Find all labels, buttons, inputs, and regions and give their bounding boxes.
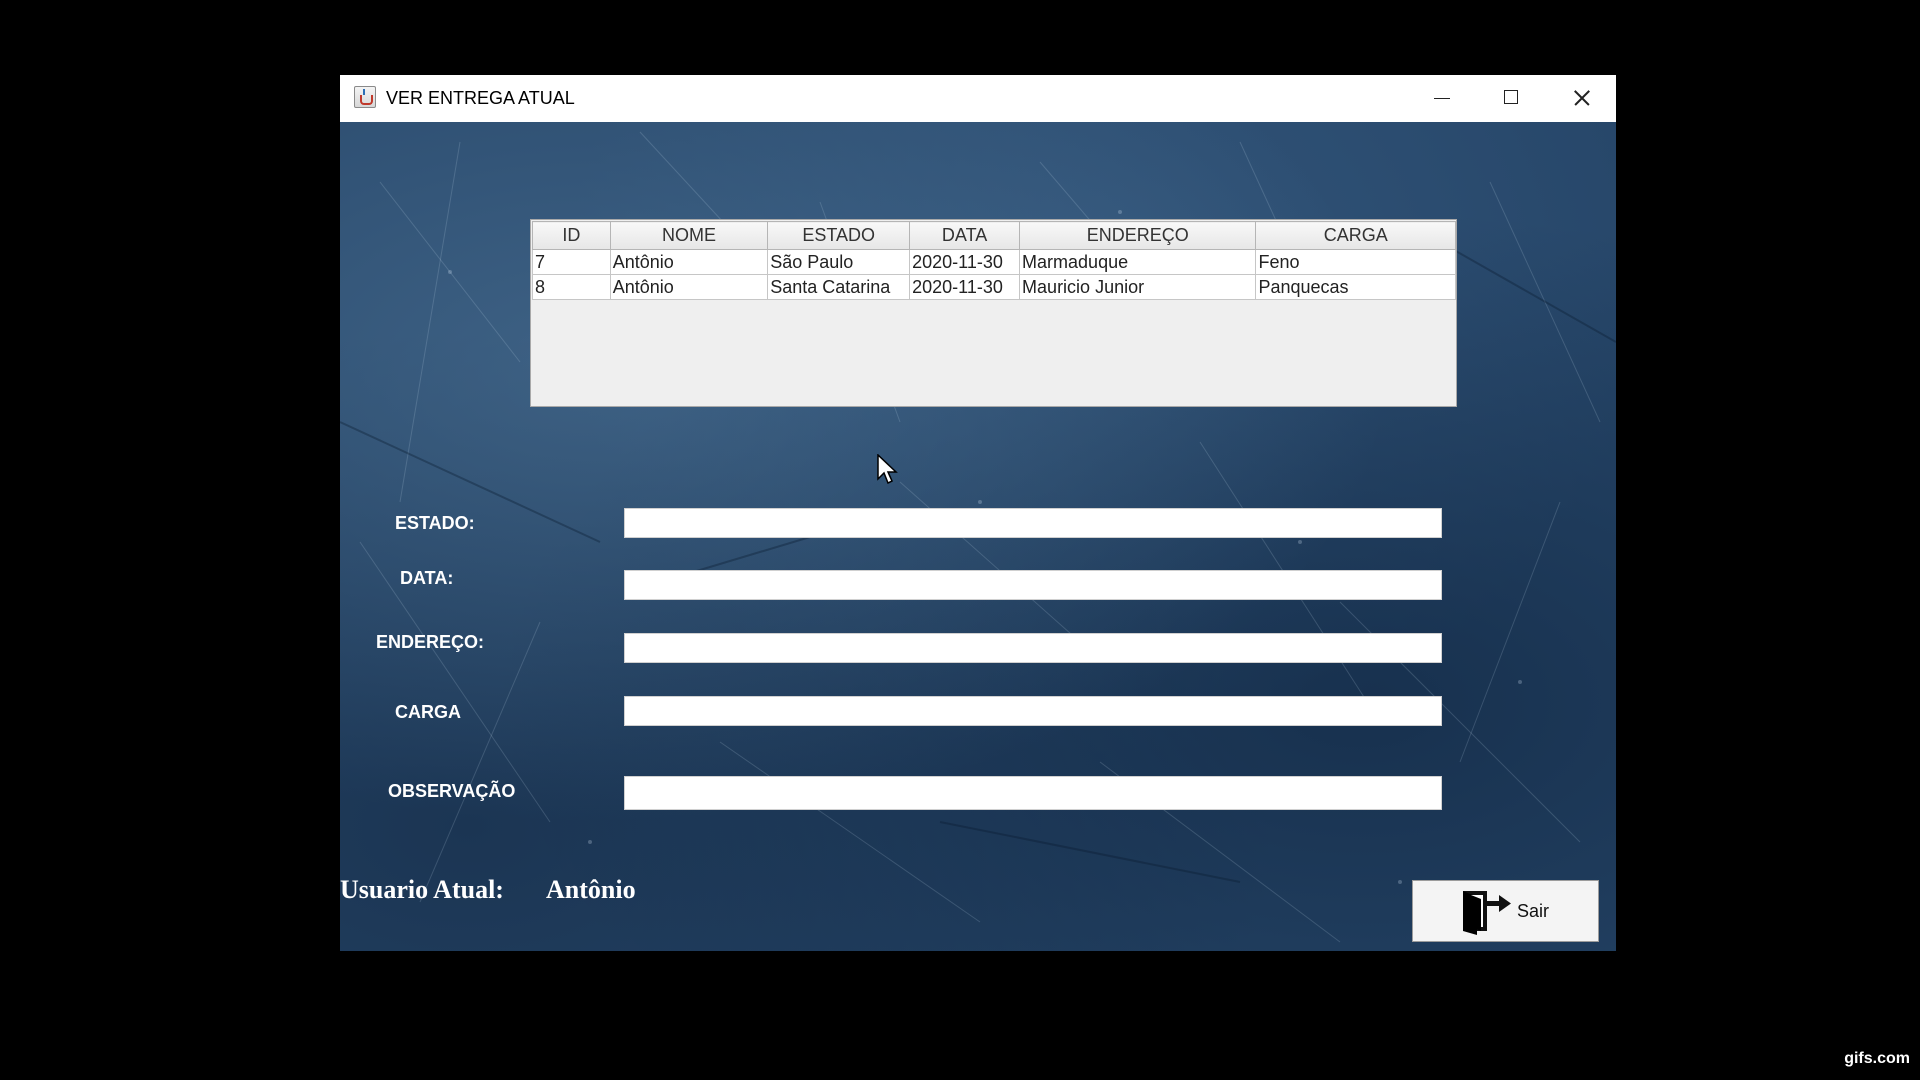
maximize-button[interactable]	[1476, 75, 1546, 122]
deliveries-table: ID NOME ESTADO DATA ENDEREÇO CARGA 7 Ant…	[532, 221, 1456, 300]
column-header-endereco[interactable]: ENDEREÇO	[1019, 221, 1257, 250]
data-label: DATA:	[400, 568, 454, 588]
observacao-field[interactable]	[624, 776, 1442, 810]
mouse-cursor-icon	[877, 454, 898, 485]
endereco-field[interactable]	[624, 633, 1442, 663]
column-header-id[interactable]: ID	[532, 221, 611, 250]
cell-id[interactable]: 8	[532, 274, 611, 300]
table-header-row: ID NOME ESTADO DATA ENDEREÇO CARGA	[532, 221, 1456, 250]
column-header-nome[interactable]: NOME	[609, 221, 769, 250]
column-header-estado[interactable]: ESTADO	[767, 221, 911, 250]
column-header-data[interactable]: DATA	[909, 221, 1021, 250]
cell-id[interactable]: 7	[532, 249, 611, 275]
cell-carga[interactable]: Feno	[1255, 249, 1456, 275]
watermark: gifs.com	[1844, 1050, 1910, 1067]
column-header-carga[interactable]: CARGA	[1255, 221, 1456, 250]
observacao-label: OBSERVAÇÃO	[388, 781, 516, 801]
endereco-label: ENDEREÇO:	[376, 632, 485, 652]
title-bar[interactable]: VER ENTREGA ATUAL	[340, 75, 1616, 122]
exit-button-label: Sair	[1517, 901, 1550, 921]
exit-button[interactable]: Sair	[1412, 880, 1599, 942]
cell-estado[interactable]: Santa Catarina	[767, 274, 911, 300]
current-user-label: Usuario Atual:	[340, 875, 504, 904]
table-row[interactable]: 7 Antônio São Paulo 2020-11-30 Marmaduqu…	[532, 249, 1456, 275]
carga-label: CARGA	[395, 702, 461, 722]
close-button[interactable]	[1546, 75, 1616, 122]
estado-label: ESTADO:	[395, 513, 475, 533]
estado-field[interactable]	[624, 508, 1442, 538]
table-row[interactable]: 8 Antônio Santa Catarina 2020-11-30 Maur…	[532, 274, 1456, 300]
app-window: VER ENTREGA ATUAL ID NOME ESTADO DATA EN…	[340, 75, 1616, 951]
java-app-icon	[354, 86, 376, 108]
minimize-button[interactable]	[1406, 75, 1476, 122]
data-field[interactable]	[624, 570, 1442, 600]
cell-estado[interactable]: São Paulo	[767, 249, 911, 275]
current-user-name: Antônio	[546, 875, 636, 904]
cell-endereco[interactable]: Mauricio Junior	[1019, 274, 1257, 300]
cell-endereco[interactable]: Marmaduque	[1019, 249, 1257, 275]
cell-carga[interactable]: Panquecas	[1255, 274, 1456, 300]
carga-field[interactable]	[624, 696, 1442, 726]
cell-data[interactable]: 2020-11-30	[909, 249, 1021, 275]
cell-nome[interactable]: Antônio	[609, 274, 769, 300]
deliveries-table-panel: ID NOME ESTADO DATA ENDEREÇO CARGA 7 Ant…	[530, 219, 1457, 407]
content-panel: ID NOME ESTADO DATA ENDEREÇO CARGA 7 Ant…	[340, 122, 1616, 951]
exit-door-icon	[1463, 891, 1511, 935]
cell-nome[interactable]: Antônio	[609, 249, 769, 275]
cell-data[interactable]: 2020-11-30	[909, 274, 1021, 300]
window-title: VER ENTREGA ATUAL	[386, 88, 575, 108]
